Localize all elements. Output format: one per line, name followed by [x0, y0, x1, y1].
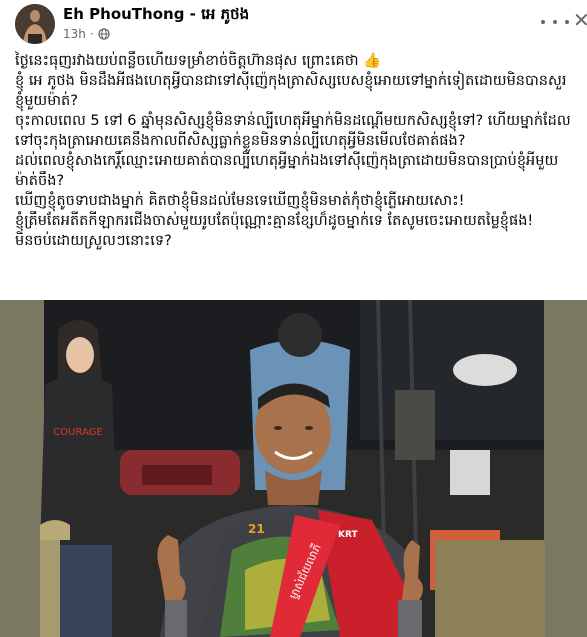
close-icon[interactable]: ✕	[573, 10, 587, 30]
svg-text:COURAGE: COURAGE	[53, 427, 102, 438]
post-paragraph: ខ្ញុំត្រឹមតែអតីតកីឡាករជើងចាស់មួយរូបតែប៉ុ…	[15, 213, 534, 229]
post-paragraph: ខ្ញុំ អេ ភូថង មិនដឹងអីផងហេតុអ្វីបានជាទៅស…	[15, 73, 567, 109]
post-paragraph: មិនចប់ដោយស្រួលៗនោះទេ?	[15, 233, 172, 249]
author-name[interactable]: Eh PhouThong - អេ ភូថង	[63, 5, 249, 27]
more-options-icon[interactable]	[541, 14, 569, 30]
post-paragraph: ចុះកាលពេល 5 ទៅ 6 ឆ្នាំមុនសិស្សខ្ញុំមិនទា…	[15, 113, 571, 149]
post-photo-image: COURAGE ម្ចាស់ជ័យលាភី KRT 21	[0, 300, 587, 637]
globe-icon	[98, 28, 110, 40]
post-header: Eh PhouThong - អេ ភូថង 13h · ✕	[0, 0, 587, 52]
post-time[interactable]: 13h	[63, 27, 86, 41]
post-meta: 13h ·	[63, 27, 110, 41]
fighter-avatar-icon	[15, 4, 55, 44]
post-paragraph: ឃើញខ្ញុំតូចទាបជាងម្នាក់ គិតថាខ្ញុំមិនដល់…	[15, 193, 465, 209]
author-avatar[interactable]	[15, 4, 55, 44]
post-paragraph: ថ្ងៃនេះធុញរវាងយប់ពន្លឹចហើយទម្រាំខាច់ចិត្…	[15, 53, 382, 69]
post-photo[interactable]: COURAGE ម្ចាស់ជ័យលាភី KRT 21	[0, 300, 587, 637]
jersey-logo: 21	[248, 522, 265, 536]
post-paragraph: ដល់ពេលខ្ញុំសាងកេរ្តិ៍ឈ្មោះអោយគាត់បានល្បី…	[15, 153, 559, 189]
post-body: ថ្ងៃនេះធុញរវាងយប់ពន្លឹចហើយទម្រាំខាច់ចិត្…	[15, 51, 575, 251]
jersey-badge: KRT	[338, 530, 359, 540]
